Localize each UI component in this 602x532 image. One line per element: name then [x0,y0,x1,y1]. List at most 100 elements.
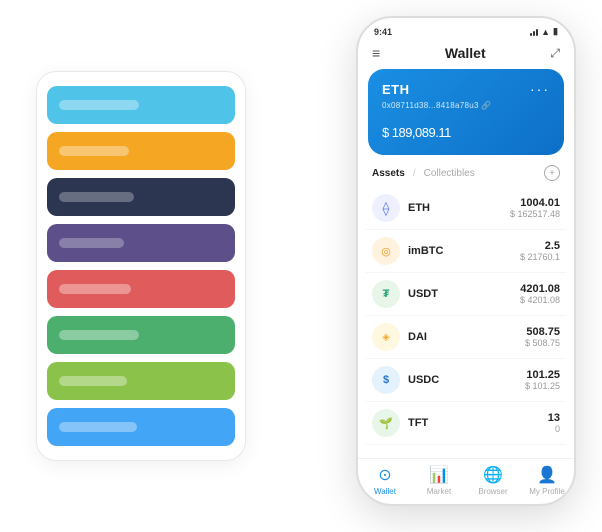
nav-wallet[interactable]: ⊙ Wallet [358,465,412,496]
asset-item-dai[interactable]: ◈ DAI 508.75 $ 508.75 [366,316,566,359]
eth-label: ETH [382,82,410,97]
usdt-usd-value: $ 4201.08 [520,295,560,305]
status-time: 9:41 [374,27,392,37]
tft-icon: 🌱 [372,409,400,437]
stack-card-blue[interactable] [47,86,235,124]
dai-usd-value: $ 508.75 [525,338,560,348]
eth-menu-dots[interactable]: ··· [530,81,550,97]
eth-currency-symbol: $ [382,125,389,140]
asset-item-eth[interactable]: ⟠ ETH 1004.01 $ 162517.48 [366,187,566,230]
card-line [59,422,137,432]
asset-name-imbtc: imBTC [408,245,520,257]
usdc-primary-amount: 101.25 [525,369,560,381]
card-line [59,284,131,294]
asset-name-usdc: USDC [408,374,525,386]
scene: 9:41 ▲ ▮ ≡ Wallet ⤢ ETH ··· 0x08711d38..… [16,16,586,516]
page-title: Wallet [445,45,486,61]
wallet-nav-icon: ⊙ [378,465,391,485]
market-nav-label: Market [427,487,451,496]
phone-notch [426,18,506,30]
menu-icon[interactable]: ≡ [372,45,380,61]
card-stack [36,71,246,461]
asset-item-imbtc[interactable]: ◎ imBTC 2.5 $ 21760.1 [366,230,566,273]
card-icon-red [203,278,225,300]
browser-nav-icon: 🌐 [483,465,503,485]
card-icon-lightgreen [203,370,225,392]
browser-nav-label: Browser [478,487,507,496]
asset-name-usdt: USDT [408,288,520,300]
dai-icon: ◈ [372,323,400,351]
usdc-icon: $ [372,366,400,394]
asset-amounts-usdc: 101.25 $ 101.25 [525,369,560,391]
assets-header: Assets / Collectibles + [358,165,574,187]
eth-address: 0x08711d38...8418a78u3 🔗 [382,101,550,110]
stack-card-skyblue[interactable] [47,408,235,446]
eth-usd-value: $ 162517.48 [510,209,560,219]
eth-amount-value: 189,089.11 [392,125,451,140]
eth-card-header: ETH ··· [382,81,550,97]
card-icon-dark [203,186,225,208]
tab-divider: / [413,168,416,179]
nav-profile[interactable]: 👤 My Profile [520,465,574,496]
profile-nav-icon: 👤 [537,465,557,485]
card-line [59,238,124,248]
card-icon-blue [203,94,225,116]
stack-card-orange[interactable] [47,132,235,170]
nav-market[interactable]: 📊 Market [412,465,466,496]
imbtc-usd-value: $ 21760.1 [520,252,560,262]
asset-amounts-dai: 508.75 $ 508.75 [525,326,560,348]
wallet-nav-label: Wallet [374,487,396,496]
usdt-icon: ₮ [372,280,400,308]
asset-item-usdc[interactable]: $ USDC 101.25 $ 101.25 [366,359,566,402]
bottom-nav: ⊙ Wallet 📊 Market 🌐 Browser 👤 My Profile [358,458,574,504]
card-line [59,376,127,386]
card-line [59,192,134,202]
stack-card-purple[interactable] [47,224,235,262]
asset-amounts-tft: 13 0 [548,412,560,434]
wifi-icon: ▲ [541,27,550,37]
battery-icon: ▮ [553,26,558,37]
market-nav-icon: 📊 [429,465,449,485]
stack-card-red[interactable] [47,270,235,308]
stack-card-lightgreen[interactable] [47,362,235,400]
dai-primary-amount: 508.75 [525,326,560,338]
eth-card[interactable]: ETH ··· 0x08711d38...8418a78u3 🔗 $189,08… [368,69,564,155]
eth-primary-amount: 1004.01 [510,197,560,209]
asset-amounts-imbtc: 2.5 $ 21760.1 [520,240,560,262]
nav-browser[interactable]: 🌐 Browser [466,465,520,496]
card-icon-orange [203,140,225,162]
status-icons: ▲ ▮ [530,26,558,37]
eth-amount: $189,089.11 [382,120,550,143]
add-asset-button[interactable]: + [544,165,560,181]
asset-item-tft[interactable]: 🌱 TFT 13 0 [366,402,566,445]
card-line [59,100,139,110]
profile-nav-label: My Profile [529,487,565,496]
eth-icon: ⟠ [372,194,400,222]
card-line [59,146,129,156]
asset-item-usdt[interactable]: ₮ USDT 4201.08 $ 4201.08 [366,273,566,316]
usdt-primary-amount: 4201.08 [520,283,560,295]
asset-name-eth: ETH [408,202,510,214]
asset-name-tft: TFT [408,417,548,429]
tab-assets[interactable]: Assets [372,168,405,179]
card-icon-skyblue [203,416,225,438]
card-icon-green [203,324,225,346]
assets-tabs: Assets / Collectibles [372,168,475,179]
asset-list: ⟠ ETH 1004.01 $ 162517.48 ◎ imBTC 2.5 $ … [358,187,574,458]
imbtc-icon: ◎ [372,237,400,265]
tft-primary-amount: 13 [548,412,560,424]
phone-frame: 9:41 ▲ ▮ ≡ Wallet ⤢ ETH ··· 0x08711d38..… [356,16,576,506]
tft-usd-value: 0 [548,424,560,434]
asset-name-dai: DAI [408,331,525,343]
asset-amounts-usdt: 4201.08 $ 4201.08 [520,283,560,305]
asset-amounts-eth: 1004.01 $ 162517.48 [510,197,560,219]
card-line [59,330,139,340]
usdc-usd-value: $ 101.25 [525,381,560,391]
signal-icon [530,28,538,36]
stack-card-dark[interactable] [47,178,235,216]
imbtc-primary-amount: 2.5 [520,240,560,252]
expand-icon[interactable]: ⤢ [550,46,560,61]
card-icon-purple [203,232,225,254]
tab-collectibles[interactable]: Collectibles [424,168,475,179]
stack-card-green[interactable] [47,316,235,354]
